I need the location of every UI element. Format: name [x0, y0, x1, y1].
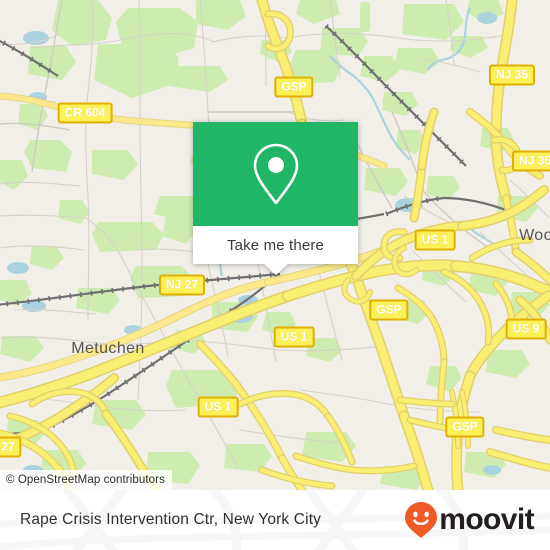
popup-tail [262, 263, 289, 275]
road-shield-label: US 1 [280, 329, 308, 344]
map-pin-icon [253, 143, 298, 205]
place-popup-card[interactable]: Take me there [193, 122, 358, 275]
take-me-there-button[interactable]: Take me there [193, 226, 358, 275]
svg-text:Woo: Woo [519, 227, 550, 244]
road-shield: GSP [445, 416, 485, 438]
road-shield-label: GSP [281, 79, 307, 94]
road-shield: US 1 [273, 326, 315, 348]
moovit-smiley-pin-icon [405, 502, 438, 538]
road-shield-label: NJ 35 [495, 67, 529, 82]
road-shield: NJ 35 [511, 150, 550, 172]
svg-text:Metuchen: Metuchen [71, 340, 144, 357]
road-shield: NJ 27 [158, 274, 206, 296]
moovit-wordmark: moovit [439, 503, 534, 536]
road-shield: GSP [274, 76, 314, 98]
road-shield-label: GSP [376, 302, 402, 317]
road-shield: NJ 35 [488, 64, 536, 86]
road-shield-label: US 1 [421, 232, 449, 247]
moovit-logo[interactable]: moovit [404, 501, 535, 539]
moovit-place-map-card: .park { fill:#cfecb0; } .water { fill:#a… [0, 0, 550, 550]
road-shield-label: US 1 [204, 399, 232, 414]
map-canvas[interactable]: .park { fill:#cfecb0; } .water { fill:#a… [0, 0, 550, 490]
popup-image-placeholder [193, 122, 358, 226]
road-shield: GSP [369, 299, 409, 321]
road-shield: US 1 [197, 396, 239, 418]
road-shield-label: CR 604 [64, 105, 106, 120]
map-attribution: © OpenStreetMap contributors [0, 470, 172, 490]
road-shield: CR 604 [57, 102, 113, 124]
road-shield-label: NJ 27 [165, 277, 199, 292]
road-shield: US 1 [414, 229, 456, 251]
road-shield: 27 [0, 436, 22, 458]
page-footer: Rape Crisis Intervention Ctr, New York C… [0, 490, 550, 550]
road-shield-label: 27 [1, 439, 15, 454]
road-shield-label: GSP [452, 419, 478, 434]
road-shield-label: NJ 35 [518, 153, 550, 168]
place-title: Rape Crisis Intervention Ctr, New York C… [20, 511, 322, 528]
take-me-there-label: Take me there [227, 236, 324, 254]
road-shield: US 9 [505, 318, 547, 340]
road-shield-label: US 9 [512, 321, 540, 336]
